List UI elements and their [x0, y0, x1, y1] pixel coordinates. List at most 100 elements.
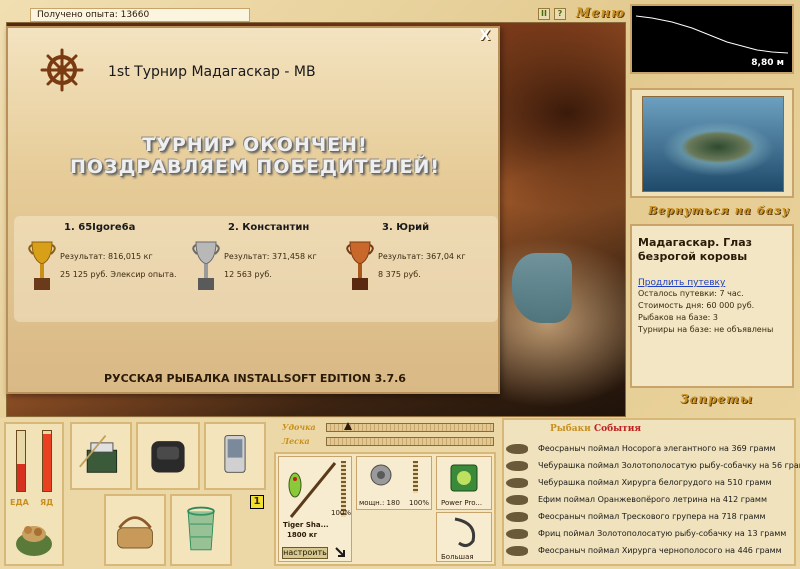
menu-button[interactable]: Меню [576, 6, 625, 21]
event-item: Феосраныч поймал Трескового групера на 7… [506, 510, 794, 525]
winner-name: 3. Юрий [382, 222, 430, 233]
line-cell[interactable]: Power Pro... [436, 456, 492, 510]
event-item: Ефим поймал Оранжевопёрого летрина на 41… [506, 493, 794, 508]
events-tabs: Рыбаки События [550, 424, 641, 434]
event-text: Феосраныч поймал Хирурга чернополосого н… [538, 546, 782, 555]
fish-icon [506, 478, 528, 488]
event-item: Фриц поймал Золотополосатую рыбу-собачку… [506, 527, 794, 542]
bronze-cup-icon [346, 241, 374, 290]
event-text: Феосраныч поймал Носорога элегантного на… [538, 444, 776, 453]
winner-name: 1. 65Igore6a [64, 222, 136, 233]
event-text: Чебурашка поймал Хирурга белогрудого на … [538, 478, 772, 487]
phone-icon [224, 435, 246, 473]
winner-second: 2. Константин Результат: 371,458 кг 12 5… [184, 216, 344, 322]
inventory-slot-phone[interactable] [204, 422, 266, 490]
pause-icon[interactable]: II [538, 8, 550, 20]
fish-icon [506, 512, 528, 522]
food-bar-fill [17, 464, 25, 491]
ship-wheel-icon [40, 48, 84, 92]
fish-icon [506, 546, 528, 556]
winner-first: 1. 65Igore6a Результат: 816,015 кг 25 12… [20, 216, 180, 322]
winner-name: 2. Константин [228, 222, 310, 233]
rod-name: Tiger Sha... [283, 521, 329, 529]
close-icon[interactable]: X [478, 29, 492, 44]
event-item: Чебурашка поймал Хирурга белогрудого на … [506, 476, 794, 491]
fishers-on-base: Рыбаков на базе: 3 [638, 313, 718, 322]
winners-podium: 1. 65Igore6a Результат: 816,015 кг 25 12… [14, 216, 498, 322]
rod-percent: 100% [331, 509, 352, 517]
fish-icon [506, 495, 528, 505]
game-edition: РУССКАЯ РЫБАЛКА INSTALLSOFT EDITION 3.7.… [104, 372, 406, 385]
reel-percent: 100% [409, 499, 430, 507]
setup-button[interactable]: настроить [282, 547, 328, 559]
winner-prize: 8 375 руб. [378, 270, 421, 279]
inventory-slot-backpack[interactable] [136, 422, 200, 490]
trip-remaining: Осталось путевки: 7 час. [638, 289, 744, 298]
gold-cup-icon [28, 241, 56, 290]
event-text: Чебурашка поймал Золотополосатую рыбу-со… [538, 461, 800, 470]
rod-weight: 1800 кг [287, 531, 318, 539]
hook-cell[interactable]: Большая [436, 512, 492, 562]
tab-fishers[interactable]: Рыбаки [550, 424, 591, 434]
hook-name: Большая [441, 553, 474, 561]
day-cost: Стоимость дня: 60 000 руб. [638, 301, 755, 310]
location-title: Мадагаскар. Глаз безрогой коровы [638, 236, 753, 263]
tournament-ended-banner: ТУРНИР ОКОНЧЕН! [142, 134, 368, 156]
poison-label: ЯД [40, 498, 54, 507]
location-photo [642, 96, 784, 192]
event-text: Феосраныч поймал Трескового групера на 7… [538, 512, 766, 521]
rod-label: Удочка [282, 422, 316, 432]
depth-sonar: 8,80 м [630, 4, 794, 74]
inventory-slot-basket[interactable] [104, 494, 166, 566]
water-area[interactable] [512, 253, 572, 323]
winner-result: Результат: 371,458 кг [224, 252, 317, 261]
slot-number-badge: 1 [250, 495, 264, 509]
location-photo-panel [630, 88, 794, 198]
fish-icon [506, 444, 528, 454]
experience-bar: Получено опыта: 13660 [30, 8, 250, 22]
hook-icon [454, 517, 476, 548]
bans-button[interactable]: Запреты [680, 392, 753, 406]
line-tension-track [326, 437, 494, 446]
depth-value: 8,80 м [751, 58, 784, 68]
line-label: Леска [282, 436, 310, 446]
inventory-slot-tacklebox[interactable] [70, 422, 132, 490]
food-bar [16, 430, 26, 492]
winner-prize: 25 125 руб. Элексир опыта. [60, 270, 177, 279]
poison-bar-fill [43, 434, 51, 491]
keepnet-icon [187, 506, 215, 551]
extend-trip-link[interactable]: Продлить путевку [638, 278, 786, 288]
help-icon[interactable]: ? [554, 8, 566, 20]
line-spool-icon [450, 464, 478, 492]
fish-icon [506, 529, 528, 539]
event-text: Ефим поймал Оранжевопёрого летрина на 41… [538, 495, 767, 504]
food-label: ЕДА [10, 498, 29, 507]
tournaments-on-base: Турниры на базе: не объявлены [638, 325, 774, 334]
tab-events[interactable]: События [594, 424, 641, 434]
poison-bar [42, 430, 52, 492]
reel-power: мощн.: 180 [359, 499, 400, 507]
event-item: Чебурашка поймал Золотополосатую рыбу-со… [506, 459, 800, 474]
inventory-slot-keepnet[interactable] [170, 494, 232, 566]
picnic-basket-icon [117, 516, 153, 549]
winner-result: Результат: 367,04 кг [378, 252, 466, 261]
bait-bag-icon[interactable] [12, 514, 56, 558]
arrow-down-right-icon[interactable] [334, 546, 346, 558]
congratulations-banner: ПОЗДРАВЛЯЕМ ПОБЕДИТЕЛЕЙ! [69, 156, 441, 178]
event-text: Фриц поймал Золотополосатую рыбу-собачку… [538, 529, 787, 538]
line-name: Power Pro... [441, 499, 483, 507]
reel-cell[interactable]: мощн.: 180 100% [356, 456, 432, 510]
winner-prize: 12 563 руб. [224, 270, 272, 279]
reel-icon [370, 464, 392, 486]
fish-icon [506, 461, 528, 471]
location-info-panel: Мадагаскар. Глаз безрогой коровы Продлит… [630, 224, 794, 388]
backpack-icon [151, 441, 185, 473]
winner-third: 3. Юрий Результат: 367,04 кг 8 375 руб. [338, 216, 498, 322]
event-item: Феосраныч поймал Носорога элегантного на… [506, 442, 794, 457]
silver-cup-icon [192, 241, 220, 290]
reel-durability-level [413, 461, 418, 493]
tournament-results-dialog: X 1st Турнир Мадагаскар - MB ТУРНИР ОКОН… [6, 26, 500, 394]
tournament-title: 1st Турнир Мадагаскар - MB [108, 64, 316, 80]
return-to-base-button[interactable]: Вернуться на базу [648, 204, 789, 217]
event-item: Феосраныч поймал Хирурга чернополосого н… [506, 544, 794, 559]
